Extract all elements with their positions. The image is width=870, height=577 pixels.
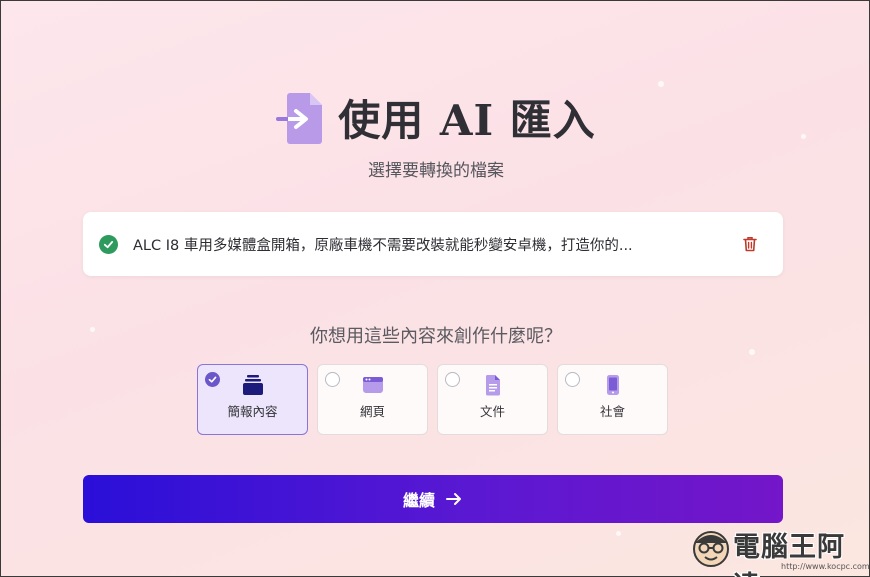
option-label: 簡報內容 <box>227 404 278 419</box>
option-label: 文件 <box>479 404 505 419</box>
watermark: 電腦王阿達 http://www.kocpc.com.tw <box>689 519 870 577</box>
page-title: 使用 AI 匯入 <box>338 96 596 145</box>
radio-checked[interactable] <box>205 372 220 387</box>
check-circle-icon <box>99 234 118 254</box>
continue-button[interactable]: 繼續 <box>83 475 783 523</box>
radio-unchecked[interactable] <box>325 372 340 387</box>
selected-file-card: ALC I8 車用多媒體盒開箱，原廠車機不需要改裝就能秒變安卓機，打造你的... <box>83 212 783 276</box>
option-webpage[interactable]: 網頁 <box>317 364 428 435</box>
mascot-logo-icon <box>693 531 729 567</box>
phone-icon <box>606 375 619 395</box>
option-label: 社會 <box>599 404 625 419</box>
option-label: 網頁 <box>359 404 385 419</box>
watermark-url: http://www.kocpc.com.tw <box>781 562 870 571</box>
option-social[interactable]: 社會 <box>557 364 668 435</box>
file-import-icon <box>276 92 323 144</box>
arrow-right-icon <box>446 493 461 505</box>
sparkle <box>749 349 755 355</box>
page-subtitle: 選擇要轉換的檔案 <box>368 161 504 181</box>
creation-question: 你想用這些內容來創作什麼呢？ <box>310 326 562 347</box>
document-icon <box>485 375 500 396</box>
header: 使用 AI 匯入 <box>1 87 870 148</box>
radio-unchecked[interactable] <box>565 372 580 387</box>
sparkle <box>616 531 621 536</box>
webpage-icon <box>362 377 383 393</box>
presentation-stack-icon <box>242 375 263 395</box>
file-name: ALC I8 車用多媒體盒開箱，原廠車機不需要改裝就能秒變安卓機，打造你的... <box>133 237 633 254</box>
option-presentation[interactable]: 簡報內容 <box>197 364 308 435</box>
radio-unchecked[interactable] <box>445 372 460 387</box>
output-type-options: 簡報內容 網頁 文件 社會 <box>197 364 668 435</box>
option-document[interactable]: 文件 <box>437 364 548 435</box>
continue-label: 繼續 <box>402 493 435 510</box>
trash-icon[interactable] <box>741 235 759 253</box>
